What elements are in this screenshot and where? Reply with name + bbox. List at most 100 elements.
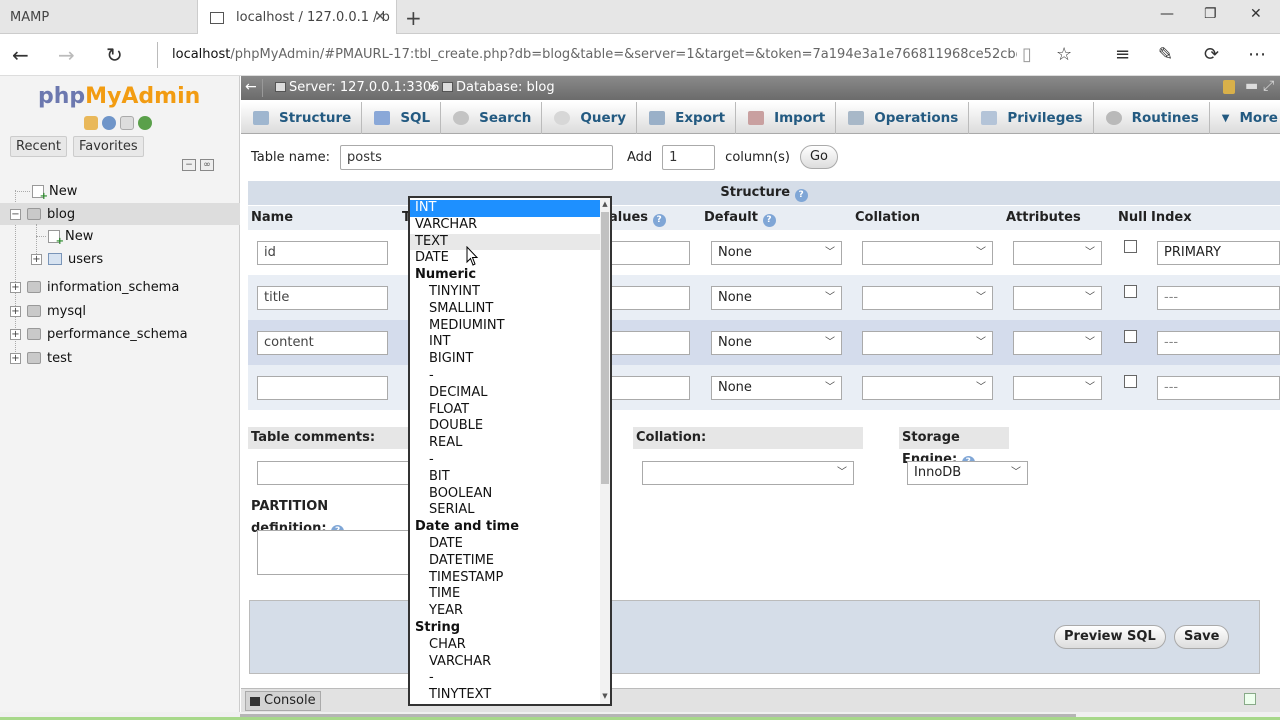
scroll-down-icon[interactable]: ▼ bbox=[600, 692, 610, 700]
home-icon[interactable] bbox=[84, 116, 98, 130]
new-tab-button[interactable]: + bbox=[405, 6, 422, 30]
type-option[interactable]: FLOAT bbox=[410, 402, 600, 419]
tab-favorites[interactable]: Favorites bbox=[72, 136, 144, 157]
console-options-icon[interactable] bbox=[1244, 693, 1256, 705]
share-icon[interactable]: ⟳ bbox=[1204, 44, 1219, 65]
storage-engine-select[interactable]: InnoDB ﹀ bbox=[907, 461, 1028, 485]
type-option[interactable]: INT bbox=[410, 334, 600, 351]
type-option[interactable]: TIMESTAMP bbox=[410, 570, 600, 587]
column-name-input[interactable]: content bbox=[257, 331, 388, 355]
favorite-star-icon[interactable]: ☆ bbox=[1056, 44, 1072, 65]
hub-icon[interactable]: ≡ bbox=[1115, 44, 1130, 65]
collation-select[interactable]: ﹀ bbox=[862, 241, 993, 265]
length-values-input[interactable] bbox=[611, 286, 690, 310]
tab-privileges[interactable]: Privileges bbox=[969, 102, 1094, 134]
documentation-icon[interactable] bbox=[120, 116, 134, 130]
type-option[interactable]: BOOLEAN bbox=[410, 486, 600, 503]
type-option[interactable]: VARCHAR bbox=[410, 217, 600, 234]
null-checkbox[interactable] bbox=[1124, 330, 1137, 343]
restore-icon[interactable]: ❐ bbox=[1204, 6, 1217, 22]
column-name-input[interactable] bbox=[257, 376, 388, 400]
help-icon[interactable]: ? bbox=[762, 214, 776, 227]
type-option[interactable]: SERIAL bbox=[410, 502, 600, 519]
browser-tab-mamp[interactable]: MAMP bbox=[0, 0, 197, 34]
scroll-thumb[interactable] bbox=[601, 212, 609, 484]
tree-item-users[interactable]: + users bbox=[31, 248, 103, 270]
type-option[interactable]: DECIMAL bbox=[410, 385, 600, 402]
tab-structure[interactable]: Structure bbox=[241, 102, 363, 134]
type-option[interactable]: BIT bbox=[410, 469, 600, 486]
web-note-icon[interactable]: ✎ bbox=[1158, 44, 1173, 65]
help-icon[interactable]: ? bbox=[794, 189, 808, 202]
column-name-input[interactable]: id bbox=[257, 241, 388, 265]
index-select[interactable]: --- bbox=[1157, 286, 1280, 310]
expand-icon[interactable]: + bbox=[10, 281, 21, 293]
default-select[interactable]: None ﹀ bbox=[711, 376, 842, 400]
collation-select[interactable]: ﹀ bbox=[862, 286, 993, 310]
null-checkbox[interactable] bbox=[1124, 375, 1137, 388]
close-tab-icon[interactable]: ✕ bbox=[374, 9, 386, 25]
browser-tab-phpmyadmin[interactable]: localhost / 127.0.0.1 / b ✕ bbox=[197, 0, 397, 35]
null-checkbox[interactable] bbox=[1124, 285, 1137, 298]
collation-select[interactable]: ﹀ bbox=[862, 376, 993, 400]
default-select[interactable]: None ﹀ bbox=[711, 331, 842, 355]
tree-item-test[interactable]: + test bbox=[10, 347, 72, 369]
expand-icon[interactable]: + bbox=[10, 305, 21, 317]
type-option[interactable]: BIGINT bbox=[410, 351, 600, 368]
collapse-nav-icon[interactable]: ← bbox=[245, 79, 263, 97]
type-option[interactable]: - bbox=[410, 368, 600, 385]
back-icon[interactable]: ← bbox=[12, 43, 29, 67]
forward-icon[interactable]: → bbox=[58, 43, 75, 67]
type-option[interactable]: INT bbox=[410, 200, 600, 217]
expand-icon[interactable]: + bbox=[10, 328, 21, 340]
console-toggle[interactable]: Console bbox=[245, 691, 321, 711]
type-option[interactable]: - bbox=[410, 670, 600, 687]
collapse-icon[interactable]: − bbox=[10, 208, 21, 220]
attributes-select[interactable]: ﹀ bbox=[1013, 331, 1102, 355]
tab-routines[interactable]: Routines bbox=[1094, 102, 1210, 134]
minimize-icon[interactable]: — bbox=[1160, 6, 1174, 22]
scroll-up-icon[interactable]: ▲ bbox=[600, 200, 610, 208]
phpmyadmin-logo[interactable]: phpMyAdmin bbox=[38, 84, 200, 109]
tab-sql[interactable]: SQL bbox=[362, 102, 442, 134]
more-menu-icon[interactable]: ⋯ bbox=[1248, 44, 1266, 65]
refresh-icon[interactable]: ↻ bbox=[106, 43, 123, 67]
help-icon[interactable] bbox=[102, 116, 116, 130]
link-with-main-icon[interactable]: ∞ bbox=[200, 159, 214, 171]
type-option[interactable]: REAL bbox=[410, 435, 600, 452]
tab-export[interactable]: Export bbox=[637, 102, 737, 134]
length-values-input[interactable] bbox=[611, 331, 690, 355]
null-checkbox[interactable] bbox=[1124, 240, 1137, 253]
tree-item-performance-schema[interactable]: + performance_schema bbox=[10, 323, 188, 345]
type-option[interactable]: TINYTEXT bbox=[410, 687, 600, 704]
collation-select[interactable]: ﹀ bbox=[862, 331, 993, 355]
type-option[interactable]: DOUBLE bbox=[410, 418, 600, 435]
tab-more[interactable]: ▼ More bbox=[1210, 102, 1280, 134]
tree-item-blog[interactable]: − blog bbox=[0, 203, 240, 225]
tree-item-blog-new[interactable]: New bbox=[36, 225, 93, 247]
column-type-dropdown[interactable]: INT VARCHAR TEXT DATE Numeric TINYINT SMALLINT… bbox=[408, 196, 612, 706]
type-option[interactable]: SMALLINT bbox=[410, 301, 600, 318]
default-select[interactable]: None ﹀ bbox=[711, 286, 842, 310]
breadcrumb-database[interactable]: Database: blog bbox=[442, 80, 555, 95]
type-option[interactable]: VARCHAR bbox=[410, 654, 600, 671]
type-option[interactable]: CHAR bbox=[410, 637, 600, 654]
type-option[interactable]: - bbox=[410, 452, 600, 469]
go-button[interactable]: Go bbox=[799, 145, 838, 169]
dropdown-scrollbar[interactable]: ▲ ▼ bbox=[600, 198, 610, 704]
collapse-all-icon[interactable]: − bbox=[182, 159, 196, 171]
breadcrumb-server[interactable]: Server: 127.0.0.1:3306 bbox=[275, 80, 439, 95]
attributes-select[interactable]: ﹀ bbox=[1013, 376, 1102, 400]
settings-icon[interactable]: ▬ bbox=[1245, 78, 1258, 94]
tab-operations[interactable]: Operations bbox=[836, 102, 970, 134]
index-select[interactable]: --- bbox=[1157, 376, 1280, 400]
fullscreen-icon[interactable]: ⤢ bbox=[1263, 78, 1274, 94]
reading-view-icon[interactable]: ▯ bbox=[1022, 44, 1032, 65]
tree-item-new[interactable]: New bbox=[15, 180, 77, 202]
type-option[interactable]: DATETIME bbox=[410, 553, 600, 570]
add-columns-input[interactable]: 1 bbox=[662, 144, 716, 170]
attributes-select[interactable]: ﹀ bbox=[1013, 241, 1102, 265]
tab-query[interactable]: Query bbox=[542, 102, 638, 134]
type-option[interactable]: MEDIUMINT bbox=[410, 318, 600, 335]
column-name-input[interactable]: title bbox=[257, 286, 388, 310]
